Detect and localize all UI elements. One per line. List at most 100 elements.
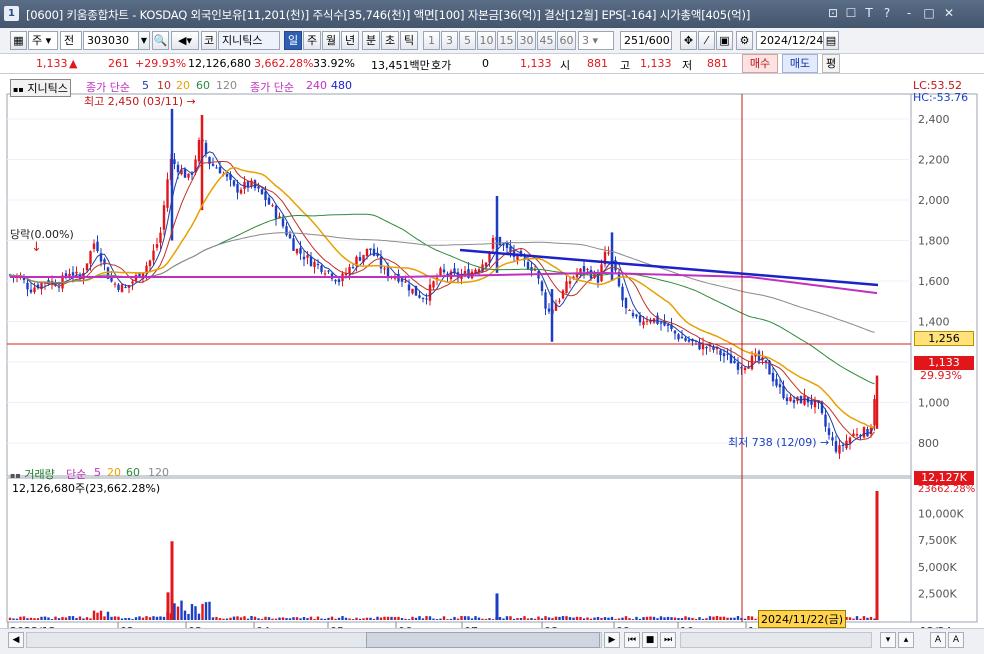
- save-icon[interactable]: ▣: [716, 31, 733, 50]
- interval-60[interactable]: 60: [557, 31, 576, 50]
- volume-bar: [628, 618, 631, 620]
- volume-bar: [337, 617, 341, 620]
- last-icon[interactable]: ⏭: [660, 632, 676, 648]
- interval-5[interactable]: 5: [459, 31, 476, 50]
- candle-body: [96, 241, 99, 252]
- crosshair-icon[interactable]: ✥: [680, 31, 697, 50]
- volume-bar: [183, 610, 187, 620]
- scroll-left-button[interactable]: ◀: [8, 632, 24, 648]
- volume-bar: [691, 617, 694, 620]
- tab-week[interactable]: 주: [303, 31, 321, 50]
- volume-bar: [323, 618, 327, 620]
- volume-bar: [159, 616, 162, 620]
- close-button[interactable]: ✕: [942, 6, 956, 20]
- last-pct-tag: 29.93%: [920, 369, 962, 382]
- market-select[interactable]: 주 ▾: [28, 31, 58, 50]
- interval-10[interactable]: 10: [477, 31, 496, 50]
- first-icon[interactable]: ⏮: [624, 632, 640, 648]
- line-tool-icon[interactable]: ⁄: [698, 31, 715, 50]
- date-input[interactable]: 2024/12/24: [756, 31, 824, 50]
- tab-month[interactable]: 월: [322, 31, 340, 50]
- candle-body: [124, 287, 127, 289]
- speaker-icon[interactable]: ◀▾: [171, 31, 199, 50]
- interval-custom-select[interactable]: 3 ▾: [578, 31, 614, 50]
- candle-body: [722, 353, 726, 357]
- interval-30[interactable]: 30: [517, 31, 536, 50]
- scroll-right-button[interactable]: ▶: [604, 632, 620, 648]
- candle-body: [428, 284, 432, 301]
- range-mode-select[interactable]: 전: [60, 31, 82, 50]
- grid-icon[interactable]: ▦: [10, 31, 27, 50]
- vma5-legend: 5: [94, 466, 101, 479]
- volume-bar: [649, 616, 652, 620]
- volume-bar: [138, 616, 141, 620]
- price-tick-label: 800: [918, 437, 939, 450]
- zoom-in-icon[interactable]: ▴: [898, 632, 914, 648]
- volume-bar: [477, 617, 481, 620]
- candle-body: [677, 334, 680, 340]
- candle-body: [463, 270, 467, 274]
- tab-day[interactable]: 일: [284, 31, 302, 50]
- candle-body: [215, 167, 218, 169]
- volume-bar: [565, 616, 568, 620]
- scroll-thumb[interactable]: [366, 632, 600, 648]
- interval-45[interactable]: 45: [537, 31, 556, 50]
- candle-body: [274, 206, 278, 219]
- code-dropdown-icon[interactable]: ▼: [138, 31, 150, 50]
- volume-bar: [733, 617, 736, 620]
- volume-bar: [579, 617, 582, 620]
- stop-icon[interactable]: ■: [642, 632, 658, 648]
- volume-bar: [390, 616, 393, 620]
- font-smaller-icon[interactable]: A: [930, 632, 946, 648]
- cursor-date-tag: 2024/11/22(금): [758, 610, 847, 628]
- eval-button[interactable]: 평: [822, 54, 840, 73]
- volume-bar: [306, 618, 309, 620]
- link-icon[interactable]: ⊡: [826, 6, 840, 20]
- search-icon[interactable]: 🔍: [152, 31, 169, 50]
- candle-body: [148, 260, 152, 267]
- tab-tick[interactable]: 틱: [400, 31, 418, 50]
- buy-button[interactable]: 매수: [742, 54, 778, 73]
- count-input[interactable]: 251/600: [620, 31, 672, 50]
- text-icon[interactable]: T: [862, 6, 876, 20]
- calendar-icon[interactable]: ▤: [823, 31, 839, 50]
- tab-second[interactable]: 초: [381, 31, 399, 50]
- candle-body: [260, 189, 264, 195]
- low-note: 최저 738 (12/09) →: [728, 436, 830, 449]
- tile-icon[interactable]: ☐: [844, 6, 858, 20]
- gear-icon[interactable]: ⚙: [736, 31, 753, 50]
- zoom-track[interactable]: [680, 632, 872, 648]
- chart-canvas[interactable]: 2,4002,2002,0001,8001,6001,4001,2001,000…: [0, 74, 984, 654]
- volume-bar: [320, 618, 323, 620]
- tab-year[interactable]: 년: [341, 31, 359, 50]
- zoom-out-icon[interactable]: ▾: [880, 632, 896, 648]
- volume-bar: [383, 616, 386, 620]
- interval-15[interactable]: 15: [497, 31, 516, 50]
- volume-bar: [603, 617, 607, 620]
- interval-3[interactable]: 3: [441, 31, 458, 50]
- tab-minute[interactable]: 분: [362, 31, 380, 50]
- minimize-button[interactable]: -: [902, 6, 916, 20]
- volume-bar: [631, 619, 635, 620]
- help-icon[interactable]: ?: [880, 6, 894, 20]
- candle-body: [113, 283, 117, 285]
- candle-body: [540, 281, 544, 292]
- volume-bar: [547, 617, 551, 620]
- volume-bar: [19, 616, 22, 620]
- current-price: 1,133: [36, 57, 68, 70]
- panel-menu-icon[interactable]: ▪▪: [13, 85, 24, 94]
- candle-body: [183, 169, 187, 178]
- font-larger-icon[interactable]: A: [948, 632, 964, 648]
- interval-1[interactable]: 1: [423, 31, 440, 50]
- panel-menu-icon[interactable]: ▪▪: [10, 471, 21, 480]
- candle-body: [197, 139, 201, 162]
- volume-bar: [274, 618, 278, 620]
- high-label: 고: [620, 59, 631, 72]
- maximize-button[interactable]: □: [922, 6, 936, 20]
- volume-bar: [575, 616, 579, 620]
- stock-tag: ▪▪ 지니틱스: [10, 79, 71, 97]
- volume-bar: [715, 616, 719, 620]
- volume-bar: [365, 617, 369, 620]
- candle-body: [498, 237, 502, 246]
- sell-button[interactable]: 매도: [782, 54, 818, 73]
